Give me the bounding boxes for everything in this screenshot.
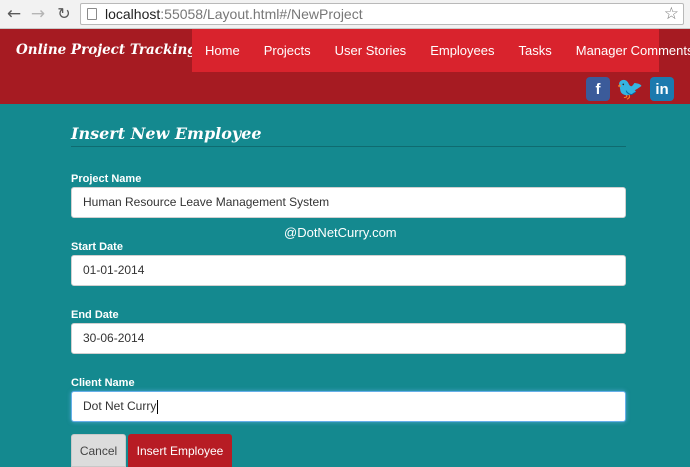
site-header: Online Project Tracking Site Home Projec… xyxy=(0,29,690,104)
title-divider xyxy=(71,146,626,147)
main-menu: Home Projects User Stories Employees Tas… xyxy=(192,29,690,72)
bookmark-star-icon[interactable]: ☆ xyxy=(664,4,679,24)
menu-item-employees[interactable]: Employees xyxy=(418,29,506,72)
menu-item-user-stories[interactable]: User Stories xyxy=(323,29,419,72)
end-date-input[interactable]: 30-06-2014 xyxy=(71,323,626,354)
address-bar[interactable]: localhost:55058/Layout.html#/NewProject … xyxy=(80,3,684,25)
menu-item-home[interactable]: Home xyxy=(192,29,252,72)
start-date-label: Start Date xyxy=(71,241,123,253)
back-arrow-icon[interactable]: ← xyxy=(4,4,24,24)
cancel-button[interactable]: Cancel xyxy=(71,434,126,467)
forward-arrow-icon[interactable]: → xyxy=(28,4,48,24)
menu-item-manager-comments[interactable]: Manager Comments xyxy=(564,29,690,72)
facebook-icon[interactable]: f xyxy=(586,77,610,101)
form-title: Insert New Employee xyxy=(71,124,262,143)
address-url: localhost:55058/Layout.html#/NewProject xyxy=(105,6,363,22)
insert-employee-button[interactable]: Insert Employee xyxy=(128,434,232,467)
project-name-input[interactable]: Human Resource Leave Management System xyxy=(71,187,626,218)
page-icon xyxy=(87,8,97,20)
social-links: f 🐦 in xyxy=(586,77,674,102)
client-name-input[interactable]: Dot Net Curry xyxy=(71,391,626,422)
project-name-label: Project Name xyxy=(71,173,142,185)
menu-item-projects[interactable]: Projects xyxy=(252,29,323,72)
client-name-value: Dot Net Curry xyxy=(83,399,157,413)
menu-item-tasks[interactable]: Tasks xyxy=(507,29,564,72)
text-caret xyxy=(157,399,159,414)
reload-icon[interactable]: ↻ xyxy=(54,4,74,24)
client-name-label: Client Name xyxy=(71,377,135,389)
start-date-input[interactable]: 01-01-2014 xyxy=(71,255,626,286)
end-date-label: End Date xyxy=(71,309,119,321)
twitter-icon[interactable]: 🐦 xyxy=(616,77,643,102)
linkedin-icon[interactable]: in xyxy=(650,77,674,101)
browser-toolbar: ← → ↻ localhost:55058/Layout.html#/NewPr… xyxy=(0,0,690,29)
watermark: @DotNetCurry.com xyxy=(284,225,397,240)
